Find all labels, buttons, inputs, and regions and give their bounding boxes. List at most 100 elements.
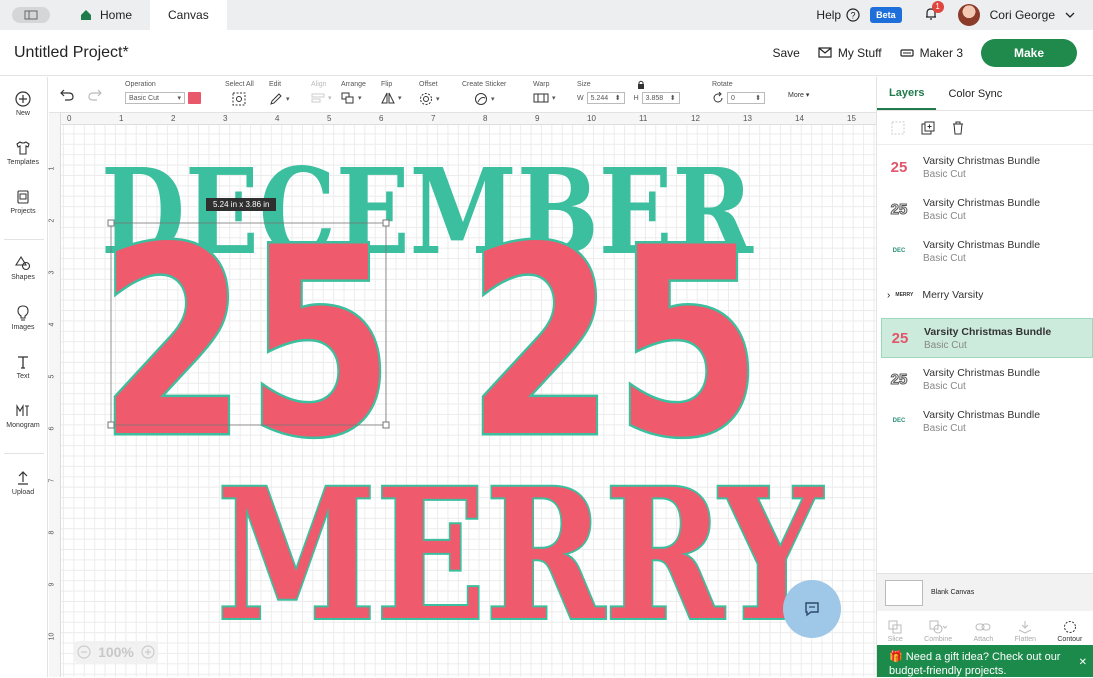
user-name[interactable]: Cori George <box>990 8 1055 22</box>
sidebar-item-shapes[interactable]: Shapes <box>0 255 46 281</box>
zoom-in-icon[interactable] <box>141 645 155 659</box>
group-icon[interactable] <box>891 121 905 135</box>
selection-handle[interactable] <box>382 219 390 227</box>
height-value: 3.858 <box>645 94 664 102</box>
sidebar-item-images[interactable]: Images <box>0 305 46 331</box>
layer-operation: Basic Cut <box>923 210 966 222</box>
beta-badge[interactable]: Beta <box>870 7 902 23</box>
sidebar-item-label: Monogram <box>6 422 40 429</box>
selection-handle[interactable] <box>107 219 115 227</box>
design-artwork[interactable]: .teal-text { font-family: "DejaVu Serif"… <box>49 113 876 677</box>
shirt-icon <box>16 141 30 155</box>
edit-label: Edit <box>269 81 282 88</box>
ruler-tick: 9 <box>48 582 56 587</box>
make-button[interactable]: Make <box>981 38 1077 67</box>
tab-color-sync-label: Color Sync <box>948 87 1003 100</box>
duplicate-icon[interactable] <box>921 121 935 135</box>
layer-operation: Basic Cut <box>923 252 966 264</box>
chat-button[interactable] <box>783 580 841 638</box>
arrange-group[interactable]: Arrange ▾ <box>341 81 366 104</box>
gift-banner[interactable]: 🎁 Need a gift idea? Check out our budget… <box>877 645 1093 677</box>
notifications-button[interactable]: 1 <box>924 0 944 24</box>
flatten-button[interactable]: Flatten <box>1015 620 1036 643</box>
machine-button[interactable]: Maker 3 <box>900 46 963 60</box>
stepper-icon[interactable]: ⬍ <box>755 94 761 102</box>
ruler-tick: 2 <box>171 114 176 123</box>
tab-home[interactable]: Home <box>62 0 150 30</box>
select-all-group[interactable]: Select All <box>225 81 254 108</box>
layer-row[interactable]: DEC Varsity Christmas Bundle Basic Cut <box>881 231 1093 271</box>
save-button[interactable]: Save <box>772 46 799 60</box>
blank-canvas-thumbnail <box>885 579 923 606</box>
sidebar-item-label: Text <box>16 373 30 380</box>
contour-button[interactable]: Contour <box>1057 620 1082 643</box>
stepper-icon[interactable]: ⬍ <box>615 94 621 102</box>
zoom-out-icon[interactable] <box>77 645 91 659</box>
selection-handle[interactable] <box>107 421 115 429</box>
create-sticker-group[interactable]: Create Sticker ▾ <box>462 81 506 106</box>
zoom-control: 100% <box>74 641 158 663</box>
trash-icon[interactable] <box>951 121 965 135</box>
ruler-tick: 3 <box>223 114 228 123</box>
sidebar-item-upload[interactable]: Upload <box>0 470 46 496</box>
layer-row-selected[interactable]: 25 Varsity Christmas Bundle Basic Cut <box>881 318 1093 358</box>
tab-canvas[interactable]: Canvas <box>150 0 227 30</box>
dropdown-caret-icon: ▾ <box>803 92 810 99</box>
sidebar-item-templates[interactable]: Templates <box>0 140 46 166</box>
layer-thumbnail: 25 <box>890 158 908 176</box>
dropdown-caret-icon: ▾ <box>286 96 290 103</box>
more-button[interactable]: More ▾ <box>788 91 809 99</box>
design-canvas[interactable]: .teal-text { font-family: "DejaVu Serif"… <box>49 113 876 677</box>
close-icon[interactable]: ✕ <box>1079 656 1087 670</box>
ruler-tick: 8 <box>483 114 488 123</box>
layer-row[interactable]: 25 Varsity Christmas Bundle Basic Cut <box>881 359 1093 399</box>
slice-button[interactable]: Slice <box>888 620 903 643</box>
my-stuff-label: My Stuff <box>837 45 882 60</box>
help-link[interactable]: Help ? <box>816 8 860 22</box>
flatten-icon <box>1019 621 1032 634</box>
layer-operation: Basic Cut <box>923 422 966 434</box>
chevron-right-icon[interactable]: › <box>887 290 890 301</box>
zoom-value: 100% <box>98 644 134 660</box>
ruler-tick: 9 <box>535 114 540 123</box>
sidebar-item-projects[interactable]: Projects <box>0 189 46 215</box>
layer-row[interactable]: 25 Varsity Christmas Bundle Basic Cut <box>881 189 1093 229</box>
layer-row[interactable]: 25 Varsity Christmas Bundle Basic Cut <box>881 147 1093 187</box>
rotate-input[interactable]: 0 ⬍ <box>727 92 765 104</box>
ruler-tick: 6 <box>379 114 384 123</box>
warp-group[interactable]: Warp ▾ <box>533 81 556 104</box>
my-stuff-button[interactable]: My Stuff <box>818 46 882 60</box>
layer-group-row[interactable]: › MERRY Merry Varsity <box>881 275 1093 315</box>
arrange-icon <box>341 92 354 104</box>
sidebar-item-text[interactable]: Text <box>0 354 46 380</box>
redo-icon[interactable] <box>87 88 103 102</box>
offset-group[interactable]: Offset ▾ <box>419 81 440 106</box>
width-input[interactable]: 5.244 ⬍ <box>586 92 625 104</box>
height-input[interactable]: 3.858 ⬍ <box>641 92 680 104</box>
lock-icon[interactable] <box>637 80 645 89</box>
blank-canvas-row[interactable]: Blank Canvas <box>877 573 1093 611</box>
rotate-value: 0 <box>731 94 735 102</box>
sidebar-item-new[interactable]: New <box>0 91 46 117</box>
edit-group[interactable]: Edit ▾ <box>269 81 290 106</box>
layer-row[interactable]: DEC Varsity Christmas Bundle Basic Cut <box>881 401 1093 441</box>
layer-operation: Basic Cut <box>923 168 966 180</box>
combine-button[interactable]: Combine <box>924 620 952 643</box>
tab-color-sync[interactable]: Color Sync <box>936 77 1014 110</box>
undo-icon[interactable] <box>59 88 75 102</box>
tab-layers[interactable]: Layers <box>877 77 937 110</box>
attach-button[interactable]: Attach <box>973 620 993 643</box>
selection-handle[interactable] <box>382 421 390 429</box>
flip-group[interactable]: Flip ▾ <box>381 81 402 104</box>
sidebar-item-monogram[interactable]: Monogram <box>0 403 46 429</box>
align-group[interactable]: Align ▾ <box>311 81 332 104</box>
merry-text[interactable]: MERRY <box>215 448 826 663</box>
avatar[interactable] <box>957 4 980 26</box>
chevron-down-icon[interactable] <box>1065 11 1075 19</box>
layer-thumbnail: DEC <box>892 248 906 254</box>
panel-toggle-button[interactable] <box>12 7 50 23</box>
stepper-icon[interactable]: ⬍ <box>670 94 676 102</box>
project-title[interactable]: Untitled Project* <box>14 44 129 62</box>
color-swatch[interactable] <box>188 92 201 104</box>
operation-select[interactable]: Basic Cut ▾ <box>125 92 185 104</box>
